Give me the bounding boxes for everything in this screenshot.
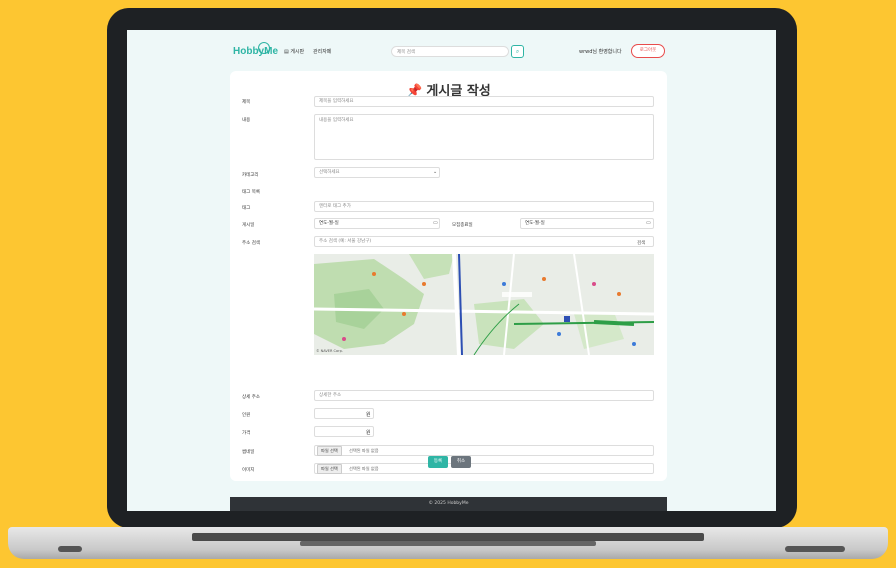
laptop-groove xyxy=(300,541,596,546)
nav-board-link[interactable]: ▤ 게시판 xyxy=(284,48,304,55)
thumbnail-label: 썸네일 xyxy=(242,450,255,455)
laptop-foot-left xyxy=(58,546,82,552)
image-file-status: 선택된 파일 없음 xyxy=(349,466,379,471)
map-attribution: © NAVER Corp. xyxy=(316,349,343,353)
post-form-card: 📌 게시글 작성 제목 제목을 입력하세요 내용 내용을 입력하세요 카테고리 선… xyxy=(230,71,667,481)
address-search-input[interactable]: 주소 검색 (예: 서울 강남구) xyxy=(314,236,654,247)
chevron-down-icon: ⌄ xyxy=(433,169,438,175)
detail-address-input[interactable]: 상세한 주소 xyxy=(314,390,654,401)
tags-list-label: 태그 목록 xyxy=(242,190,260,195)
search-button[interactable]: ⌕ xyxy=(511,45,524,58)
calendar-icon[interactable]: ▭ xyxy=(433,220,438,226)
page-footer: © 2025 HobbyMe xyxy=(230,497,667,511)
capacity-unit: 원 xyxy=(366,412,371,418)
logo[interactable]: HobbyMe xyxy=(233,46,278,57)
search-icon: ⌕ xyxy=(515,48,520,55)
tag-label: 태그 xyxy=(242,206,251,211)
nav-admin-link[interactable]: 관리자페 xyxy=(313,48,331,55)
category-selected: 선택하세요 xyxy=(319,170,340,175)
title-label: 제목 xyxy=(242,100,251,105)
image-file-button[interactable]: 파일 선택 xyxy=(317,464,342,474)
laptop-hinge xyxy=(192,533,704,541)
capacity-label: 인원 xyxy=(242,413,251,418)
capacity-input[interactable] xyxy=(314,408,374,419)
logout-button[interactable]: 로그아웃 xyxy=(631,44,665,58)
search-input[interactable]: 제목 검색 xyxy=(391,46,509,57)
price-input[interactable] xyxy=(314,426,374,437)
map-view[interactable]: © NAVER Corp. xyxy=(314,254,654,355)
welcome-text: wrwd님 환영합니다 xyxy=(579,49,622,55)
end-date-label: 모집종료일 xyxy=(452,223,473,228)
tag-input[interactable]: 엔터로 태그 추가 xyxy=(314,201,654,212)
browser-screen: HobbyMe ▤ 게시판 관리자페 제목 검색 ⌕ wrwd님 환영합니다 로… xyxy=(127,30,776,511)
title-input[interactable]: 제목을 입력하세요 xyxy=(314,96,654,107)
map-graphic xyxy=(314,254,654,355)
address-search-label: 주소 검색 xyxy=(242,241,260,246)
start-date-input[interactable]: 연도-월-일 xyxy=(314,218,440,229)
thumbnail-file-status: 선택된 파일 없음 xyxy=(349,448,379,453)
cancel-button[interactable]: 취소 xyxy=(451,456,471,468)
address-search-button[interactable]: 검색 xyxy=(637,240,645,246)
logo-icon xyxy=(258,42,270,54)
laptop-foot-right xyxy=(785,546,845,552)
thumbnail-file-button[interactable]: 파일 선택 xyxy=(317,446,342,456)
category-select[interactable]: 선택하세요 xyxy=(314,167,440,178)
calendar-icon[interactable]: ▭ xyxy=(646,220,651,226)
image-label: 이미지 xyxy=(242,468,255,473)
start-date-label: 게시일 xyxy=(242,223,255,228)
submit-button[interactable]: 등록 xyxy=(428,456,448,468)
price-unit: 원 xyxy=(366,430,371,436)
content-textarea[interactable]: 내용을 입력하세요 xyxy=(314,114,654,160)
top-nav: HobbyMe ▤ 게시판 관리자페 제목 검색 ⌕ wrwd님 환영합니다 로… xyxy=(127,30,776,72)
price-label: 가격 xyxy=(242,431,251,436)
detail-address-label: 상세 주소 xyxy=(242,395,260,400)
end-date-input[interactable]: 연도-월-일 xyxy=(520,218,654,229)
category-label: 카테고리 xyxy=(242,173,259,178)
content-label: 내용 xyxy=(242,118,251,123)
